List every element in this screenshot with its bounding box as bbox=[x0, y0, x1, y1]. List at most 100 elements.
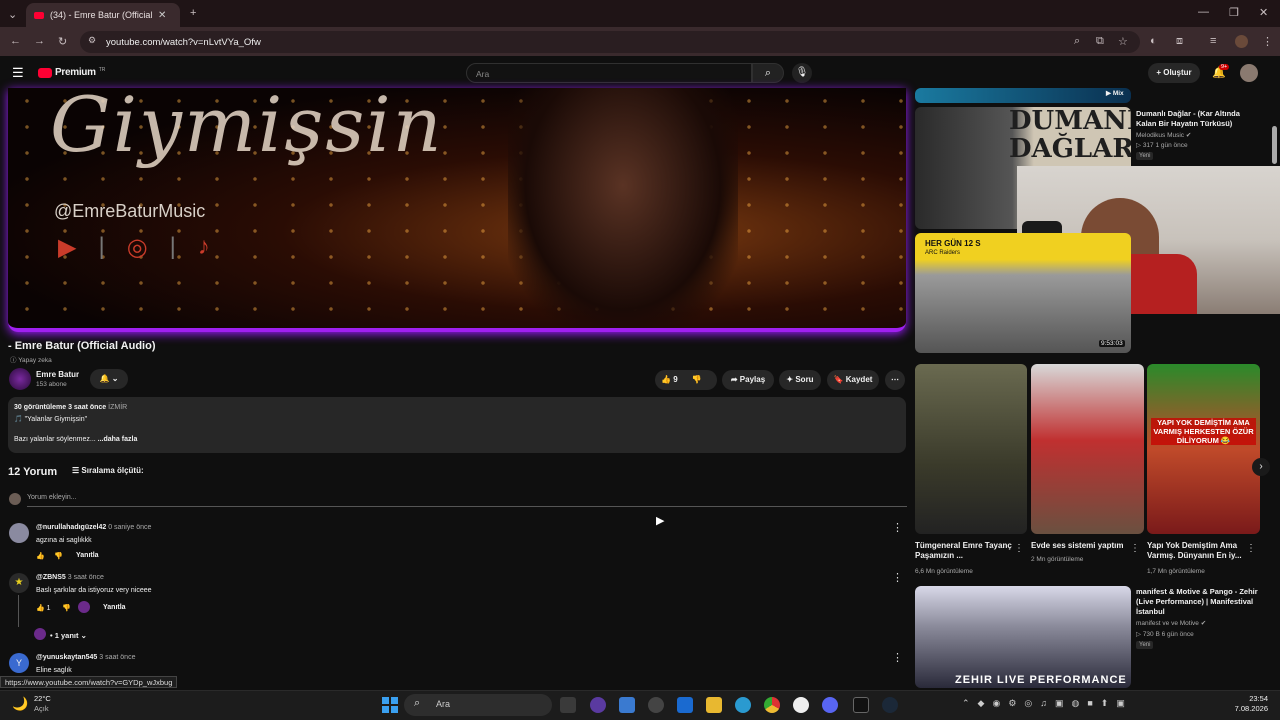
minimize-icon[interactable]: — bbox=[1198, 6, 1209, 18]
tab-list-icon[interactable]: ⌄ bbox=[8, 8, 17, 21]
page-scrollbar[interactable] bbox=[1272, 126, 1277, 164]
comment-menu-icon[interactable]: ⋮ bbox=[892, 651, 903, 664]
forward-icon[interactable]: → bbox=[34, 35, 45, 47]
thumbnail-text: ZEHIR LIVE PERFORMANCE bbox=[955, 674, 1127, 686]
short-title[interactable]: Yapı Yok Demiştim Ama Varmış. Dünyanın E… bbox=[1147, 541, 1245, 561]
task-view-icon[interactable] bbox=[560, 697, 576, 713]
ask-button[interactable]: ✦ Soru bbox=[779, 370, 821, 390]
new-tab-icon[interactable]: + bbox=[190, 7, 196, 19]
close-window-icon[interactable]: ✕ bbox=[1259, 6, 1268, 19]
short-title[interactable]: Tümgeneral Emre Tayanç Paşamızın ... bbox=[915, 541, 1013, 561]
dislike-button[interactable]: 👎 bbox=[692, 375, 702, 384]
share-button[interactable]: ➦ Paylaş bbox=[722, 370, 774, 390]
commenter-avatar[interactable]: Y bbox=[9, 653, 29, 673]
app-icon[interactable] bbox=[619, 697, 635, 713]
file-explorer-icon[interactable] bbox=[706, 697, 722, 713]
search-input[interactable]: Ara bbox=[466, 63, 752, 83]
taskbar-search[interactable]: Ara bbox=[404, 694, 552, 716]
video-thumbnail[interactable]: ZEHIR LIVE PERFORMANCE bbox=[915, 586, 1131, 688]
video-duration: 9:53:03 bbox=[1099, 340, 1125, 347]
weather-widget[interactable]: 22°C Açık bbox=[34, 694, 51, 714]
comment-author[interactable]: @nurullahadıgüzel42 0 saniye önce bbox=[36, 524, 151, 531]
short-menu-icon[interactable]: ⋮ bbox=[1130, 543, 1140, 554]
account-avatar[interactable] bbox=[1240, 64, 1258, 82]
comment-author[interactable]: @yunuskaytan545 3 saat önce bbox=[36, 654, 135, 661]
create-button[interactable]: + Oluştur bbox=[1148, 63, 1200, 83]
hamburger-menu-icon[interactable]: ☰ bbox=[12, 65, 24, 81]
short-thumbnail[interactable]: YAPI YOK DEMİŞTİM AMA VARMIŞ HERKESTEN Ö… bbox=[1147, 364, 1260, 534]
taskbar-clock[interactable]: 23:54 7.08.2026 bbox=[1228, 694, 1268, 714]
app-icon[interactable] bbox=[590, 697, 606, 713]
steam-icon[interactable] bbox=[882, 697, 898, 713]
video-title[interactable]: manifest & Motive & Pango - Zehir (Live … bbox=[1136, 587, 1260, 617]
subscription-bell-button[interactable]: 🔔 ⌄ bbox=[90, 369, 128, 389]
video-channel[interactable]: manifest ve ve Motive ✔ bbox=[1136, 619, 1206, 628]
chrome-icon[interactable] bbox=[764, 697, 780, 713]
browser-tab[interactable]: (34) - Emre Batur (Official A ✕ bbox=[26, 3, 180, 27]
comment-author[interactable]: @ZBNS5 3 saat önce bbox=[36, 574, 104, 581]
edge-icon[interactable] bbox=[735, 697, 751, 713]
browser-menu-icon[interactable]: ⋮ bbox=[1262, 35, 1273, 48]
store-icon[interactable] bbox=[677, 697, 693, 713]
reload-icon[interactable]: ↻ bbox=[58, 35, 67, 48]
shorts-next-button[interactable]: › bbox=[1252, 458, 1270, 476]
description-box[interactable]: 30 görüntüleme 3 saat önce İZMİR 🎵 "Yala… bbox=[8, 397, 906, 453]
video-thumbnail[interactable]: HER GÜN 12 S ARC Raiders 9:53:03 bbox=[915, 233, 1131, 353]
app-icon[interactable] bbox=[648, 697, 664, 713]
short-thumbnail[interactable] bbox=[1031, 364, 1144, 534]
extension-icon[interactable]: ◐ bbox=[1150, 35, 1157, 47]
replies-toggle[interactable]: • 1 yanıt ⌄ bbox=[50, 631, 87, 640]
youtube-logo[interactable]: Premium TR bbox=[38, 67, 105, 78]
video-title[interactable]: Dumanlı Dağlar - (Kar Altında Kalan Bir … bbox=[1136, 109, 1260, 129]
channel-text: manifest bbox=[1136, 620, 1161, 627]
comment-like-button[interactable]: 👍 bbox=[36, 552, 45, 560]
extensions-puzzle-icon[interactable]: ⧈ bbox=[1176, 35, 1183, 48]
short-thumbnail[interactable] bbox=[915, 364, 1027, 534]
comment-dislike-button[interactable]: 👎 bbox=[54, 552, 63, 560]
like-button[interactable]: 👍 9 bbox=[661, 375, 678, 384]
short-title[interactable]: Evde ses sistemi yaptım bbox=[1031, 541, 1129, 551]
maximize-icon[interactable]: ❐ bbox=[1229, 6, 1239, 19]
search-button[interactable]: ⌕ bbox=[752, 63, 784, 83]
sort-button[interactable]: ☰ Sıralama ölçütü: bbox=[72, 466, 144, 475]
zoom-icon[interactable]: ⌕ bbox=[1074, 35, 1080, 48]
short-menu-icon[interactable]: ⋮ bbox=[1246, 543, 1256, 554]
comment-like-button[interactable]: 👍 1 bbox=[36, 604, 51, 612]
profile-avatar[interactable] bbox=[1235, 35, 1248, 48]
weather-icon[interactable]: 🌙 bbox=[12, 696, 28, 712]
comment-dislike-button[interactable]: 👎 bbox=[62, 604, 71, 612]
comment-menu-icon[interactable]: ⋮ bbox=[892, 521, 903, 534]
bookmark-star-icon[interactable]: ☆ bbox=[1118, 35, 1128, 48]
media-player-icon[interactable] bbox=[793, 697, 809, 713]
location-tag[interactable]: İZMİR bbox=[108, 404, 127, 411]
voice-search-button[interactable]: 🎙 bbox=[792, 63, 812, 83]
save-button[interactable]: 🔖 Kaydet bbox=[827, 370, 879, 390]
epic-games-icon[interactable] bbox=[853, 697, 869, 713]
show-more-link[interactable]: ...daha fazla bbox=[98, 436, 138, 443]
short-menu-icon[interactable]: ⋮ bbox=[1014, 543, 1024, 554]
add-comment-input[interactable]: Yorum ekleyin... bbox=[27, 494, 77, 501]
close-tab-icon[interactable]: ✕ bbox=[158, 10, 166, 21]
start-button[interactable] bbox=[382, 697, 398, 713]
more-actions-button[interactable]: ⋯ bbox=[885, 370, 905, 390]
commenter-avatar[interactable] bbox=[9, 523, 29, 543]
channel-name[interactable]: Emre Batur bbox=[36, 370, 79, 379]
reading-list-icon[interactable]: ≡ bbox=[1210, 35, 1216, 47]
address-bar[interactable]: youtube.com/watch?v=nLvtVYa_Ofw bbox=[80, 31, 1140, 53]
channel-avatar[interactable] bbox=[9, 368, 31, 390]
chevron-down-icon: ⌄ bbox=[80, 631, 87, 640]
url-text: youtube.com/watch?v=nLvtVYa_Ofw bbox=[106, 36, 261, 48]
install-icon[interactable]: ⧉ bbox=[1096, 35, 1104, 48]
discord-icon[interactable] bbox=[822, 697, 838, 713]
mix-thumbnail[interactable] bbox=[915, 88, 1131, 103]
comment-reply-button[interactable]: Yanıtla bbox=[76, 552, 99, 559]
site-info-icon[interactable]: ⚙ bbox=[88, 35, 96, 46]
back-icon[interactable]: ← bbox=[10, 35, 21, 47]
new-badge: Yeni bbox=[1136, 641, 1154, 649]
video-player[interactable]: Giymişsin @EmreBaturMusic ▶ | ◎ | ♪ bbox=[8, 88, 906, 332]
video-channel[interactable]: Melodikus Music ✔ bbox=[1136, 131, 1191, 140]
commenter-avatar[interactable]: ★ bbox=[9, 573, 29, 593]
comment-reply-button[interactable]: Yanıtla bbox=[103, 604, 126, 611]
comment-menu-icon[interactable]: ⋮ bbox=[892, 571, 903, 584]
system-tray-icons[interactable]: ⌃◆◉⚙◎♫▣◍■⬆▣ bbox=[962, 698, 1133, 709]
